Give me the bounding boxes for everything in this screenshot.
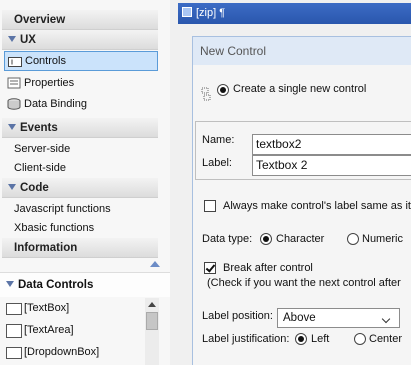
section-events-label: Events <box>20 122 58 134</box>
name-label: Name: <box>202 134 235 146</box>
data-controls-header[interactable]: Data Controls <box>0 272 170 297</box>
justify-center-label: Center <box>369 333 403 345</box>
data-type-numeric-radio[interactable] <box>347 233 359 245</box>
label-label: Label: <box>202 157 232 169</box>
label-justification-label: Label justification: <box>202 333 290 345</box>
data-type-numeric-label: Numeric <box>362 233 403 245</box>
dropdownbox-control-icon <box>6 347 22 359</box>
collapse-arrow-icon <box>8 124 16 130</box>
label-field[interactable]: Textbox 2 <box>252 155 411 176</box>
nav-item-label: Client-side <box>14 162 66 174</box>
left-panel: Overview UX Controls Properties Data Bin… <box>0 0 170 365</box>
section-ux-label: UX <box>20 34 36 46</box>
nav-item-server-side[interactable]: Server-side <box>4 139 158 159</box>
same-label-text: Always make control's label same as its … <box>223 200 411 212</box>
textbox-control-icon <box>6 303 22 315</box>
nav-item-controls[interactable]: Controls <box>4 51 158 71</box>
label-position-value: Above <box>283 312 316 324</box>
section-information[interactable]: Information <box>2 238 158 258</box>
data-control-label: [TextArea] <box>24 324 74 336</box>
nav-item-client-side[interactable]: Client-side <box>4 158 158 178</box>
textbox-control-icon <box>8 57 22 67</box>
data-type-character-label: Character <box>276 233 325 245</box>
collapse-arrow-icon <box>6 281 14 287</box>
name-field[interactable]: textbox2 <box>252 134 411 155</box>
data-controls-label: Data Controls <box>18 279 94 291</box>
break-after-hint: (Check if you want the next control afte… <box>207 277 401 289</box>
data-control-label: [TextBox] <box>24 302 70 314</box>
data-control-textbox[interactable]: [TextBox] <box>4 298 132 319</box>
create-single-label: Create a single new control <box>233 83 367 95</box>
create-single-radio[interactable] <box>217 84 229 96</box>
data-control-dropdownbox[interactable]: [DropdownBox] <box>4 342 132 363</box>
dotted-marker-icon <box>201 87 211 101</box>
label-position-label: Label position: <box>202 310 273 322</box>
nav-item-label: Xbasic functions <box>14 222 95 234</box>
collapse-arrow-icon <box>8 36 16 42</box>
nav-item-properties[interactable]: Properties <box>4 73 158 93</box>
section-information-label: Information <box>14 242 78 254</box>
data-control-textarea[interactable]: [TextArea] <box>4 320 132 341</box>
data-controls-scrollbar[interactable] <box>145 298 159 365</box>
nav-item-label: Properties <box>24 77 75 89</box>
section-overview[interactable]: Overview <box>2 10 158 30</box>
nav-item-data-binding[interactable]: Data Binding <box>4 94 158 114</box>
database-icon <box>7 98 21 110</box>
section-code[interactable]: Code <box>2 178 158 198</box>
scroll-thumb[interactable] <box>146 312 158 330</box>
nav-item-javascript-functions[interactable]: Javascript functions <box>4 199 158 219</box>
nav-item-label: Javascript functions <box>14 203 111 215</box>
section-events[interactable]: Events <box>2 118 158 138</box>
data-type-label: Data type: <box>202 233 253 245</box>
properties-icon <box>7 77 21 89</box>
scroll-up-icon[interactable] <box>148 302 156 307</box>
textarea-control-icon <box>6 324 22 338</box>
collapse-arrow-icon <box>8 184 16 190</box>
new-control-dialog: New Control Create a single new control … <box>192 36 411 365</box>
container-icon <box>182 7 192 17</box>
data-type-character-radio[interactable] <box>260 233 272 245</box>
break-after-label: Break after control <box>223 262 313 274</box>
section-ux[interactable]: UX <box>2 30 158 50</box>
section-overview-label: Overview <box>14 14 66 26</box>
zip-bar-label: [zip] ¶ <box>196 7 226 19</box>
nav-item-label: Controls <box>25 55 66 67</box>
justify-left-radio[interactable] <box>295 333 307 345</box>
zip-container-bar[interactable]: [zip] ¶ <box>178 3 411 24</box>
justify-left-label: Left <box>311 333 330 345</box>
nav-item-label: Data Binding <box>24 98 87 110</box>
break-after-checkbox[interactable] <box>204 262 216 274</box>
chevron-down-icon <box>381 314 391 324</box>
same-label-checkbox[interactable] <box>204 200 216 212</box>
nav-item-label: Server-side <box>14 143 71 155</box>
dialog-title: New Control <box>193 37 411 65</box>
justify-center-radio[interactable] <box>354 333 366 345</box>
label-position-select[interactable]: Above <box>277 308 400 328</box>
data-control-label: [DropdownBox] <box>24 346 100 358</box>
section-code-label: Code <box>20 182 49 194</box>
collapse-up-icon[interactable] <box>150 261 160 267</box>
nav-item-xbasic-functions[interactable]: Xbasic functions <box>4 218 158 238</box>
